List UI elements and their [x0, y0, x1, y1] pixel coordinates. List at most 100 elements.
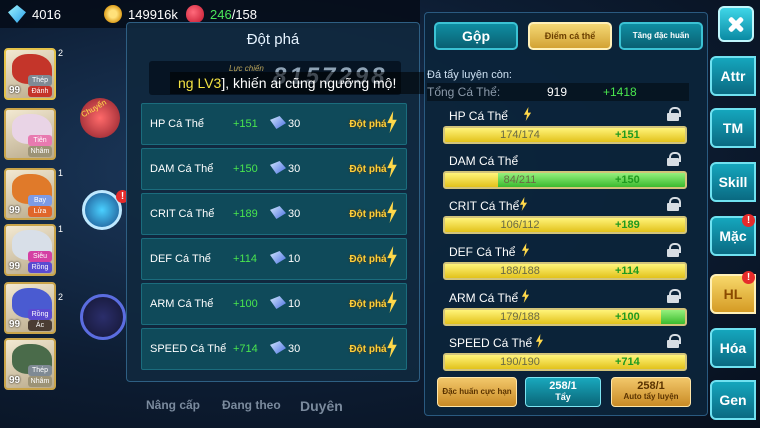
bottom-label-following: Đang theo	[222, 398, 281, 412]
apple-icon	[186, 5, 204, 23]
stat-value: 106/112	[500, 219, 540, 231]
tab-individual-points[interactable]: Điểm cá thể	[528, 22, 612, 50]
crystal-icon	[270, 206, 286, 219]
stat-label: DEF Cá Thể	[449, 245, 516, 259]
nav-attr[interactable]: Attr	[710, 56, 756, 96]
stat-bonus: +114	[233, 253, 257, 265]
lock-icon[interactable]	[667, 289, 681, 303]
type-badge: Ác	[28, 320, 52, 331]
lightning-icon	[521, 243, 530, 257]
total-value: 919	[547, 85, 568, 99]
stat-row-def: DEF Cá Thể 188/188 +114	[443, 243, 687, 285]
apple-counter: 246 /158	[186, 5, 257, 23]
slot-number: 2	[58, 292, 64, 302]
breakthrough-button[interactable]: Đột phá	[338, 202, 398, 226]
stat-row-crit: CRIT Cá Thể 106/112 +189	[443, 197, 687, 239]
type-badge: Nhâm	[28, 376, 52, 387]
nav-gen[interactable]: Gen	[710, 380, 756, 420]
stat-bonus: +100	[233, 298, 258, 310]
stat-name: DAM Cá Thể	[150, 163, 214, 175]
slot-number: 1	[58, 168, 64, 178]
equip-alert-badge: !	[742, 214, 755, 227]
wash-count: 258/1	[549, 380, 577, 392]
lock-icon[interactable]	[667, 197, 681, 211]
wash-button[interactable]: 258/1 Tẩy	[525, 377, 601, 407]
lock-icon[interactable]	[667, 243, 681, 257]
type-badge: Siêu	[28, 251, 52, 262]
crystal-icon	[270, 116, 286, 129]
total-row: Tổng Cá Thể: 919 +1418	[427, 83, 689, 101]
lock-icon[interactable]	[667, 107, 681, 121]
level-label: 99	[9, 319, 21, 330]
level-label: 99	[9, 261, 21, 272]
stat-bar: 190/190 +714	[443, 353, 687, 371]
stat-bonus: +151	[233, 118, 258, 130]
auto-wash-button[interactable]: 258/1 Auto tẩy luyện	[611, 377, 691, 407]
stat-bonus: +714	[233, 343, 258, 355]
stat-value: 190/190	[500, 356, 540, 368]
stat-bar: 174/174 +151	[443, 126, 687, 144]
individual-stats-panel: Gộp Điểm cá thể Tăng đặc huấn Đá tẩy luy…	[424, 12, 708, 416]
breakthrough-row: CRIT Cá Thể +189 30 Đột phá	[141, 193, 407, 235]
type-badge: Thép	[28, 365, 52, 376]
breakthrough-button[interactable]: Đột phá	[338, 247, 398, 271]
breakthrough-row: DEF Cá Thể +114 10 Đột phá	[141, 238, 407, 280]
level-label: 99	[9, 205, 21, 216]
diamond-icon	[8, 5, 26, 23]
crystal-icon	[270, 251, 286, 264]
breakthrough-row: HP Cá Thể +151 30 Đột phá	[141, 103, 407, 145]
extreme-training-button[interactable]: Đặc huấn cực hạn	[437, 377, 517, 407]
tab-special-training[interactable]: Tăng đặc huấn	[619, 22, 703, 50]
stat-label: HP Cá Thể	[449, 109, 508, 123]
auto-wash-count: 258/1	[637, 380, 665, 392]
stat-bonus-fill	[661, 310, 685, 324]
auto-wash-label: Auto tẩy luyện	[623, 392, 679, 401]
stat-row-speed: SPEED Cá Thể 190/190 +714	[443, 334, 687, 376]
breakthrough-button[interactable]: Đột phá	[338, 157, 398, 181]
crystal-icon	[270, 161, 286, 174]
breakthrough-button[interactable]: Đột phá	[338, 112, 398, 136]
breakthrough-button[interactable]: Đột phá	[338, 337, 398, 361]
team-slot-3[interactable]: 99 Bay Lửa	[4, 168, 56, 220]
lightning-icon	[521, 289, 530, 303]
stat-row-dam: DAM Cá Thể 84/211 +150	[443, 152, 687, 194]
stat-bonus: +189	[615, 219, 640, 231]
stat-value: 188/188	[500, 265, 540, 277]
nav-evolve[interactable]: Hóa	[710, 328, 756, 368]
stat-value: 179/188	[500, 311, 540, 323]
stat-bonus: +150	[615, 174, 640, 186]
stat-bonus: +714	[615, 356, 640, 368]
cost-value: 30	[288, 163, 301, 175]
team-slot-1[interactable]: 99 Thép Đánh	[4, 48, 56, 100]
tab-merge[interactable]: Gộp	[434, 22, 518, 50]
lock-icon[interactable]	[667, 334, 681, 348]
team-slot-4[interactable]: 99 Siêu Rồng	[4, 224, 56, 276]
breakthrough-button[interactable]: Đột phá	[338, 292, 398, 316]
type-badge: Rồng	[28, 309, 52, 320]
gold-value: 149916k	[128, 6, 178, 22]
nav-tm[interactable]: TM	[710, 108, 756, 148]
stat-value: 174/174	[500, 129, 540, 141]
stones-remaining-label: Đá tẩy luyện còn:	[427, 69, 512, 81]
stat-name: DEF Cá Thể	[150, 253, 211, 265]
orb-wheel-icon[interactable]	[80, 294, 126, 340]
slot-number: 1	[58, 224, 64, 234]
lightning-icon	[519, 197, 528, 211]
team-slot-2[interactable]: Tiên Nhâm	[4, 108, 56, 160]
crystal-icon	[270, 341, 286, 354]
stat-bonus: +150	[233, 163, 258, 175]
breakthrough-row: DAM Cá Thể +150 30 Đột phá	[141, 148, 407, 190]
stat-bonus: +151	[615, 129, 640, 141]
lock-icon[interactable]	[667, 152, 681, 166]
close-button[interactable]	[718, 6, 754, 42]
diamond-counter: 4016	[8, 5, 61, 23]
apple-max: /158	[231, 6, 258, 22]
nav-skill[interactable]: Skill	[710, 162, 756, 202]
team-slot-5[interactable]: 99 Rồng Ác	[4, 282, 56, 334]
level-label: 99	[9, 85, 21, 96]
bottom-label-bond: Duyên	[300, 398, 343, 414]
marquee-text: ], khiến ai cũng ngưỡng mộ!	[221, 75, 397, 91]
team-slot-6[interactable]: 99 Thép Nhâm	[4, 338, 56, 390]
cost-value: 30	[288, 343, 301, 355]
type-badge: Rồng	[28, 262, 52, 273]
